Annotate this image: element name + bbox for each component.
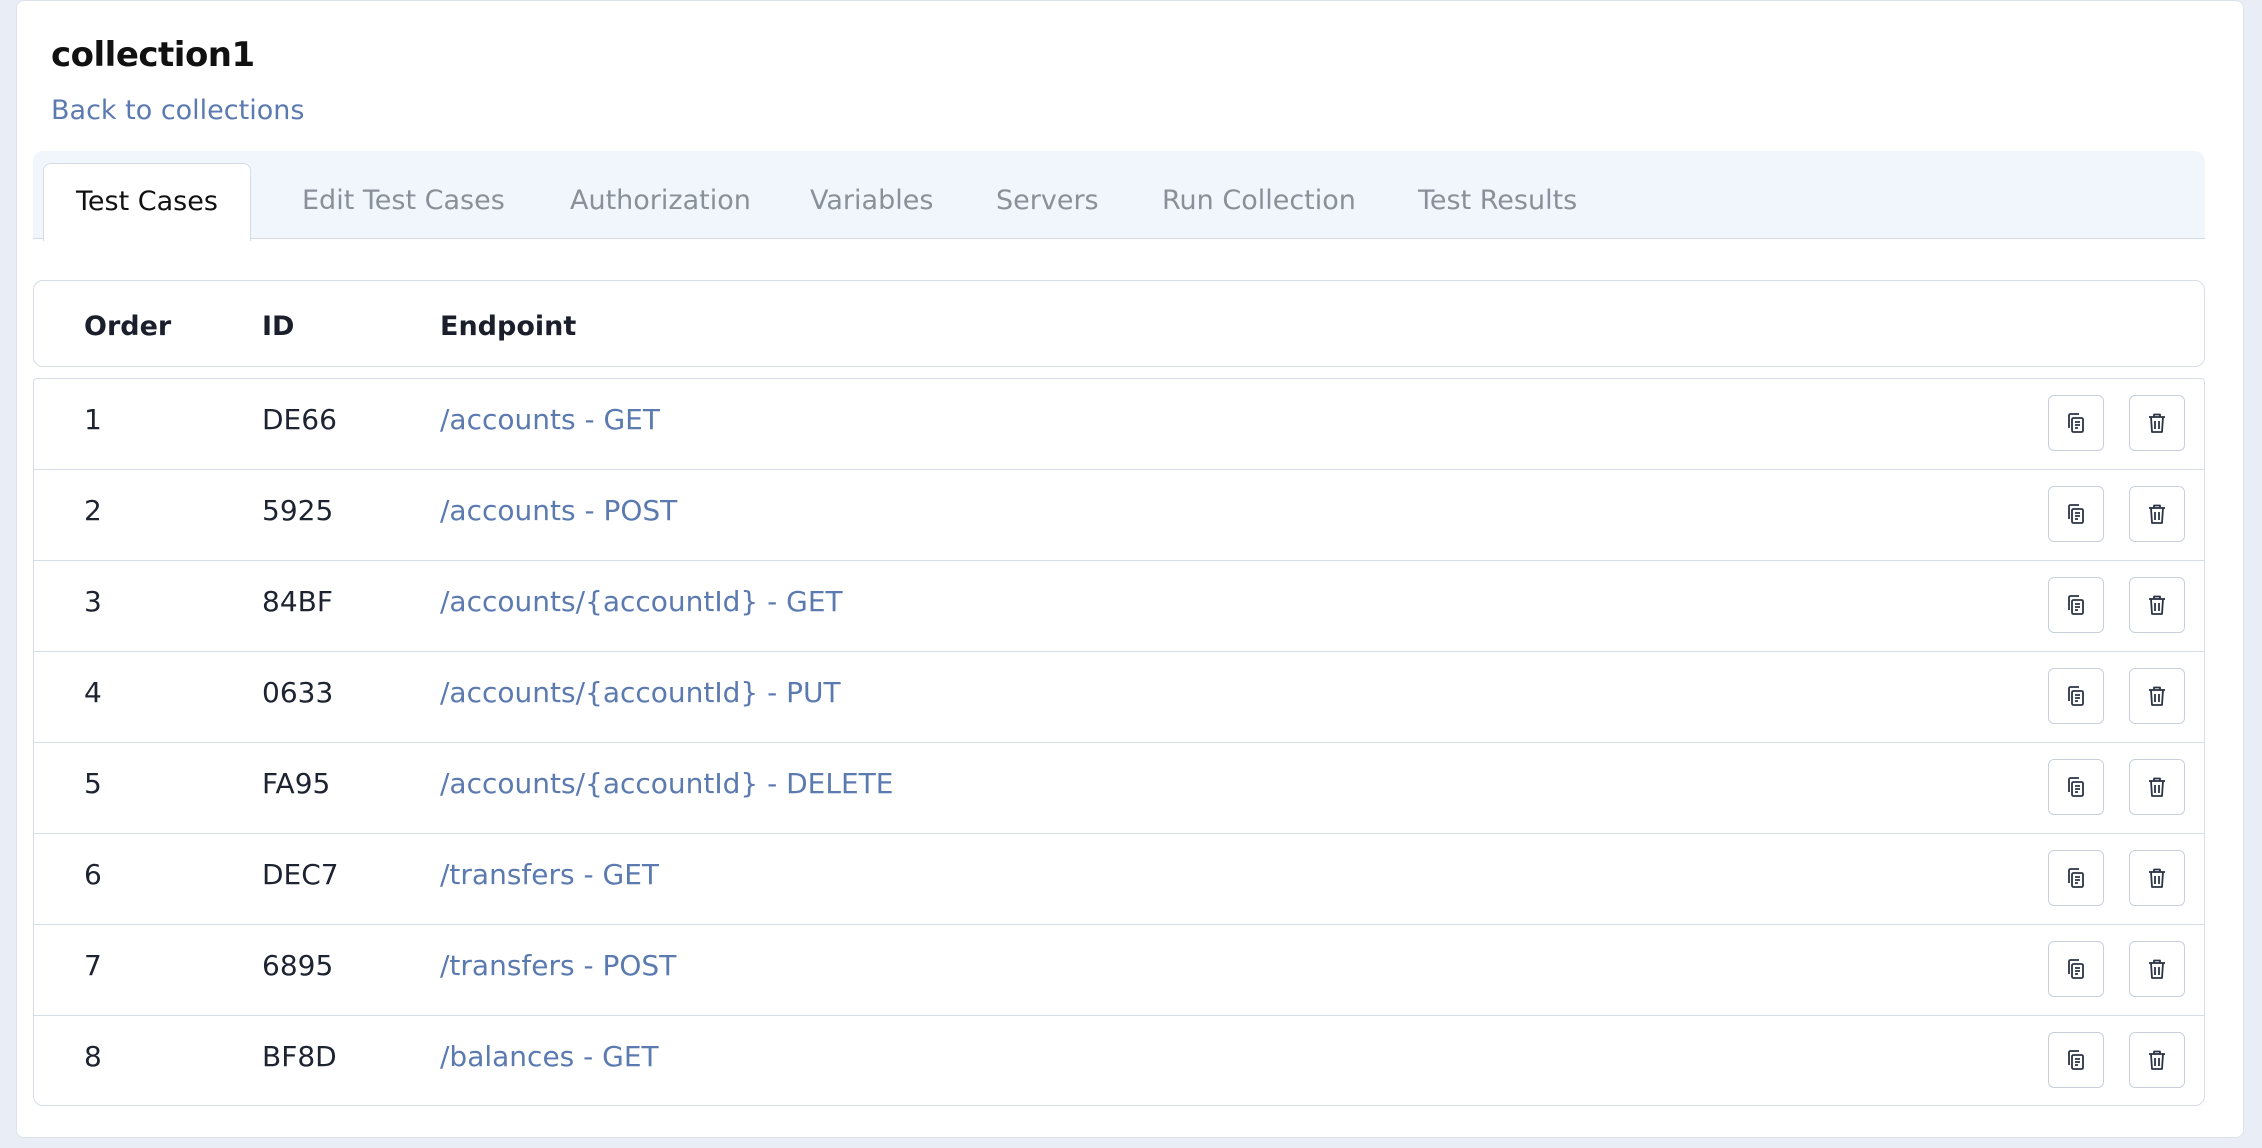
endpoint-link[interactable]: /accounts - POST [440,494,677,527]
trash-icon [2149,504,2165,524]
order-cell: 4 [84,676,102,709]
trash-icon [2149,686,2165,706]
column-header-endpoint: Endpoint [440,311,577,342]
copy-button[interactable] [2048,759,2104,815]
endpoint-link[interactable]: /accounts/{accountId} - PUT [440,676,841,709]
delete-button[interactable] [2129,486,2185,542]
trash-icon [2149,1050,2165,1070]
table-row: 2 5925 /accounts - POST [34,470,2204,561]
id-cell: DE66 [262,403,337,436]
order-cell: 8 [84,1040,102,1073]
order-cell: 3 [84,585,102,618]
tab-edit-test-cases[interactable]: Edit Test Cases [302,163,505,239]
endpoint-link[interactable]: /transfers - GET [440,858,659,891]
id-cell: 84BF [262,585,333,618]
table-row: 7 6895 /transfers - POST [34,925,2204,1016]
id-cell: 6895 [262,949,334,982]
id-cell: 5925 [262,494,334,527]
delete-button[interactable] [2129,577,2185,633]
test-cases-table: 1 DE66 /accounts - GET 2 5925 /accounts … [33,378,2205,1106]
copy-button[interactable] [2048,668,2104,724]
table-header: Order ID Endpoint [33,280,2205,367]
trash-icon [2149,595,2165,615]
copy-icon [2068,595,2084,615]
table-row: 4 0633 /accounts/{accountId} - PUT [34,652,2204,743]
tab-authorization[interactable]: Authorization [570,163,751,239]
tab-bar: Test Cases Edit Test Cases Authorization… [33,151,2205,241]
order-cell: 7 [84,949,102,982]
copy-button[interactable] [2048,577,2104,633]
copy-button[interactable] [2048,486,2104,542]
order-cell: 6 [84,858,102,891]
endpoint-link[interactable]: /accounts - GET [440,403,660,436]
tab-test-cases[interactable]: Test Cases [43,163,251,241]
delete-button[interactable] [2129,850,2185,906]
delete-button[interactable] [2129,1032,2185,1088]
trash-icon [2149,777,2165,797]
delete-button[interactable] [2129,759,2185,815]
trash-icon [2149,413,2165,433]
id-cell: 0633 [262,676,334,709]
copy-icon [2068,868,2084,888]
delete-button[interactable] [2129,395,2185,451]
delete-button[interactable] [2129,941,2185,997]
copy-button[interactable] [2048,850,2104,906]
tab-servers[interactable]: Servers [996,163,1099,239]
delete-button[interactable] [2129,668,2185,724]
copy-icon [2068,686,2084,706]
table-row: 6 DEC7 /transfers - GET [34,834,2204,925]
copy-icon [2068,777,2084,797]
column-header-order: Order [84,311,172,342]
table-row: 1 DE66 /accounts - GET [34,379,2204,470]
table-row: 3 84BF /accounts/{accountId} - GET [34,561,2204,652]
column-header-id: ID [262,311,295,342]
copy-icon [2068,1050,2084,1070]
tab-test-results[interactable]: Test Results [1418,163,1577,239]
back-to-collections-link[interactable]: Back to collections [51,95,304,126]
copy-button[interactable] [2048,941,2104,997]
id-cell: DEC7 [262,858,339,891]
copy-icon [2068,413,2084,433]
tab-variables[interactable]: Variables [810,163,933,239]
trash-icon [2149,959,2165,979]
order-cell: 1 [84,403,102,436]
endpoint-link[interactable]: /balances - GET [440,1040,659,1073]
endpoint-link[interactable]: /accounts/{accountId} - GET [440,585,843,618]
page-title: collection1 [51,35,255,75]
copy-button[interactable] [2048,1032,2104,1088]
tab-run-collection[interactable]: Run Collection [1162,163,1356,239]
table-row: 5 FA95 /accounts/{accountId} - DELETE [34,743,2204,834]
copy-icon [2068,504,2084,524]
id-cell: FA95 [262,767,331,800]
order-cell: 2 [84,494,102,527]
id-cell: BF8D [262,1040,337,1073]
endpoint-link[interactable]: /accounts/{accountId} - DELETE [440,767,893,800]
copy-icon [2068,959,2084,979]
table-row: 8 BF8D /balances - GET [34,1016,2204,1105]
copy-button[interactable] [2048,395,2104,451]
endpoint-link[interactable]: /transfers - POST [440,949,676,982]
trash-icon [2149,868,2165,888]
order-cell: 5 [84,767,102,800]
